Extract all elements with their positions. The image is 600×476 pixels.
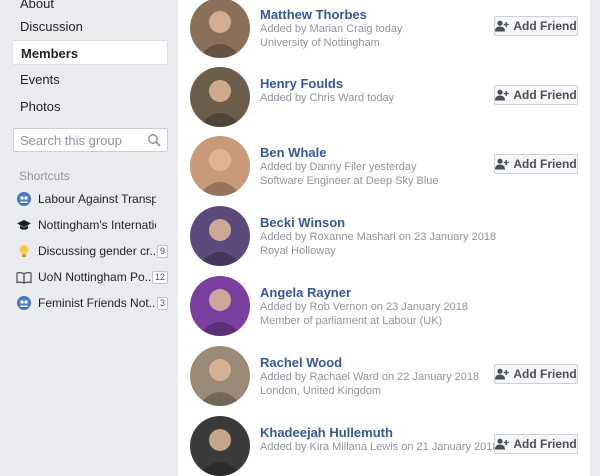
sidebar: About Discussion Members Events Photos S… [0, 0, 178, 476]
member-row: Angela Rayner Added by Rob Vernon on 23 J… [178, 276, 590, 346]
add-friend-icon [495, 438, 510, 450]
member-subtitle: Royal Holloway [260, 245, 336, 257]
shortcut-label: Feminist Friends Not... [38, 296, 156, 310]
add-friend-button[interactable]: Add Friend [494, 434, 578, 454]
member-subtitle: London, United Kingdom [260, 385, 382, 397]
shortcut-item[interactable]: Discussing gender cr... 9 [16, 240, 168, 262]
member-row: Henry Foulds Added by Chris Ward today Add… [178, 67, 590, 137]
member-added-by: Added by Rachael Ward on 22 January 2018 [260, 371, 480, 383]
avatar-photo [190, 416, 250, 476]
member-name[interactable]: Becki Winson [260, 215, 345, 230]
add-friend-label: Add Friend [513, 157, 577, 171]
member-name[interactable]: Rachel Wood [260, 355, 342, 370]
search-icon[interactable] [147, 133, 161, 147]
shortcut-label: Nottingham's Internatio... [38, 218, 156, 232]
add-friend-button[interactable]: Add Friend [494, 85, 578, 105]
member-added-by: Added by Danny Filer yesterday [260, 161, 417, 173]
graduation-cap-icon [16, 217, 32, 233]
member-added-by: Added by Marian Craig today [260, 23, 403, 35]
add-friend-label: Add Friend [513, 19, 577, 33]
shortcut-item[interactable]: Nottingham's Internatio... [16, 214, 168, 236]
avatar[interactable] [190, 276, 250, 336]
member-added-by: Added by Chris Ward today [260, 92, 395, 104]
group-search-box [13, 128, 168, 152]
shortcut-item[interactable]: Labour Against Transph... [16, 188, 168, 210]
avatar-photo [190, 206, 250, 266]
add-friend-label: Add Friend [513, 88, 577, 102]
member-name[interactable]: Khadeejah Hullemuth [260, 425, 393, 440]
right-gutter [590, 0, 600, 476]
lightbulb-icon [16, 243, 32, 259]
shortcut-badge: 12 [151, 270, 168, 284]
shortcut-label: UoN Nottingham Po... [38, 270, 152, 284]
add-friend-icon [495, 158, 510, 170]
add-friend-icon [495, 20, 510, 32]
add-friend-button[interactable]: Add Friend [494, 364, 578, 384]
avatar-photo [190, 0, 250, 58]
avatar-photo [190, 346, 250, 406]
nav-item-events[interactable]: Events [12, 67, 168, 92]
member-name[interactable]: Ben Whale [260, 145, 326, 160]
member-row: Matthew Thorbes Added by Marian Craig tod… [178, 0, 590, 68]
avatar[interactable] [190, 346, 250, 406]
member-name[interactable]: Matthew Thorbes [260, 7, 367, 22]
group-icon [16, 191, 32, 207]
member-name[interactable]: Henry Foulds [260, 76, 343, 91]
member-added-by: Added by Roxanne Mashari on 23 January 2… [260, 231, 497, 243]
shortcuts-heading: Shortcuts [19, 169, 70, 183]
member-added-by: Added by Kira Millana Lewis on 21 Januar… [260, 441, 499, 453]
member-subtitle: Member of parliament at Labour (UK) [260, 315, 443, 327]
member-added-by: Added by Rob Vernon on 23 January 2018 [260, 301, 468, 313]
add-friend-button[interactable]: Add Friend [494, 154, 578, 174]
add-friend-icon [495, 89, 510, 101]
member-subtitle: Software Engineer at Deep Sky Blue [260, 175, 439, 187]
add-friend-icon [495, 368, 510, 380]
add-friend-label: Add Friend [513, 367, 577, 381]
group-icon [16, 295, 32, 311]
member-name[interactable]: Angela Rayner [260, 285, 351, 300]
shortcut-item[interactable]: Feminist Friends Not... 3 [16, 292, 168, 314]
book-icon [16, 269, 32, 285]
shortcut-badge: 3 [156, 296, 168, 310]
shortcut-item[interactable]: UoN Nottingham Po... 12 [16, 266, 168, 288]
add-friend-button[interactable]: Add Friend [494, 16, 578, 36]
nav-item-discussion[interactable]: Discussion [12, 14, 168, 39]
avatar-photo [190, 276, 250, 336]
add-friend-label: Add Friend [513, 437, 577, 451]
shortcut-label: Labour Against Transph... [38, 192, 156, 206]
shortcut-label: Discussing gender cr... [38, 244, 156, 258]
member-row: Ben Whale Added by Danny Filer yesterday S… [178, 136, 590, 206]
member-row: Rachel Wood Added by Rachael Ward on 22 J… [178, 346, 590, 416]
shortcut-badge: 9 [156, 244, 168, 258]
avatar[interactable] [190, 67, 250, 127]
avatar[interactable] [190, 0, 250, 58]
avatar-photo [190, 136, 250, 196]
member-row: Becki Winson Added by Roxanne Mashari on … [178, 206, 590, 276]
member-subtitle: University of Nottingham [260, 37, 380, 49]
member-row: Khadeejah Hullemuth Added by Kira Millana… [178, 416, 590, 476]
avatar[interactable] [190, 206, 250, 266]
avatar[interactable] [190, 416, 250, 476]
avatar-photo [190, 67, 250, 127]
avatar[interactable] [190, 136, 250, 196]
nav-item-members[interactable]: Members [12, 40, 168, 65]
members-panel: Matthew Thorbes Added by Marian Craig tod… [178, 0, 590, 476]
group-search-input[interactable] [14, 129, 134, 151]
nav-item-photos[interactable]: Photos [12, 94, 168, 119]
